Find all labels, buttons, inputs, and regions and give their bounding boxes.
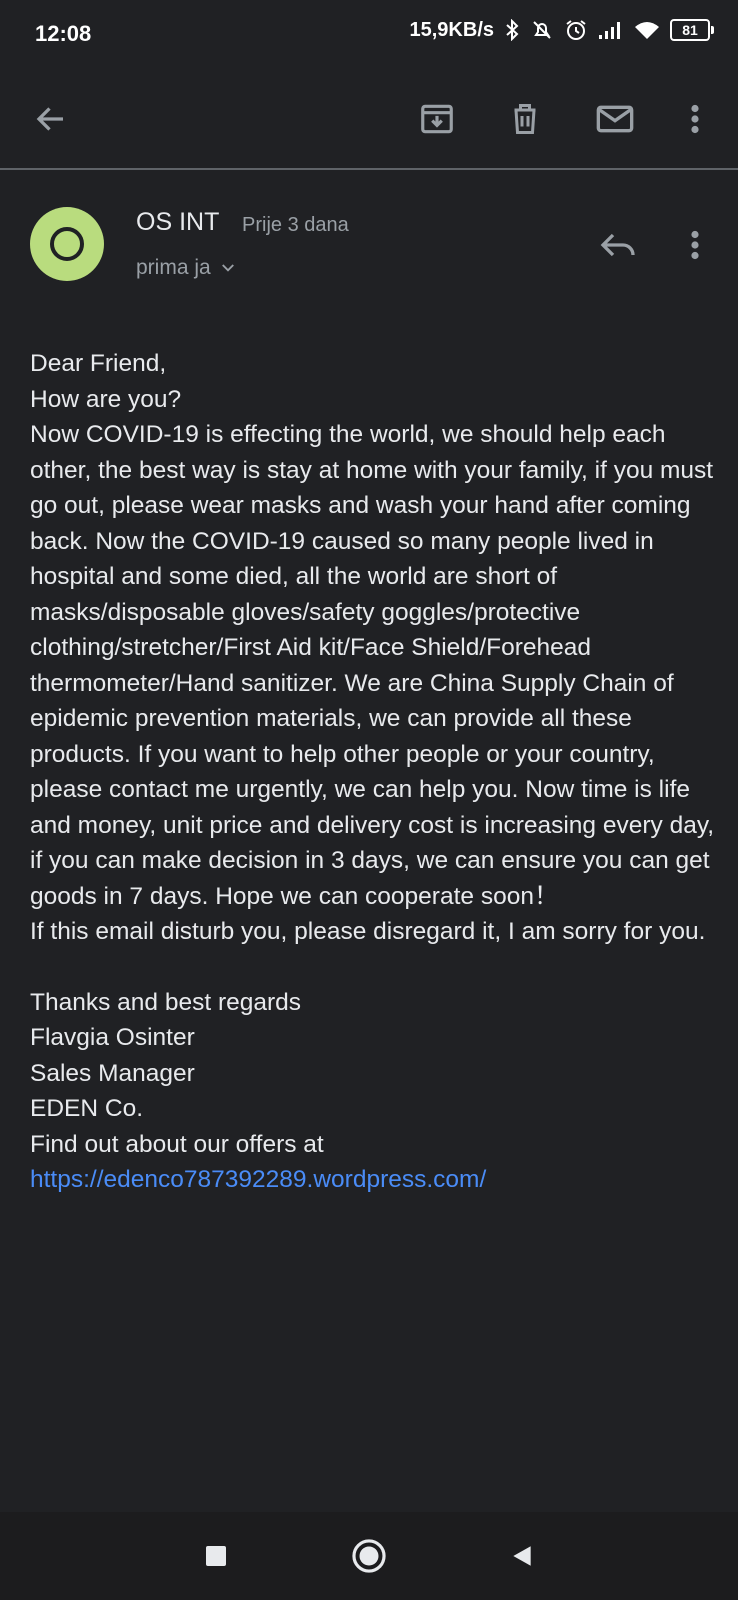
status-time: 12:08: [35, 21, 92, 46]
reply-button[interactable]: [595, 222, 641, 268]
mark-unread-button[interactable]: [592, 96, 638, 142]
net-speed: 15,9KB/s: [409, 18, 495, 41]
email-body: Dear Friend, How are you? Now COVID-19 i…: [30, 346, 716, 1198]
body-paragraph: Now COVID-19 is effecting the world, we …: [30, 421, 715, 910]
recents-icon: [206, 1546, 226, 1566]
recipient-label: prima ja: [136, 256, 211, 279]
more-options-button[interactable]: [672, 96, 718, 142]
recents-button[interactable]: [192, 1532, 240, 1580]
home-icon: [352, 1539, 386, 1573]
back-arrow-icon: [36, 107, 63, 131]
more-vert-icon: [691, 230, 699, 260]
offer-link[interactable]: https://edenco787392289.wordpress.com/: [30, 1166, 486, 1193]
alarm-icon: [564, 18, 588, 42]
email-time: Prije 3 dana: [242, 214, 349, 236]
avatar-letter-glyph: [50, 227, 84, 261]
avatar[interactable]: [30, 207, 104, 281]
chevron-down-icon: [221, 264, 234, 272]
body-question: How are you?: [30, 385, 182, 413]
sender-name[interactable]: OS INT: [136, 208, 219, 237]
signal-icon: [598, 20, 624, 40]
signature-closing: Thanks and best regards: [30, 988, 302, 1016]
delete-icon: [514, 104, 536, 134]
battery-level: 81: [682, 22, 698, 38]
alarm-off-icon: [530, 18, 554, 42]
back-triangle-icon: [513, 1546, 531, 1566]
archive-button[interactable]: [414, 96, 460, 142]
email-header: OS INT Prije 3 dana prima ja: [0, 172, 738, 302]
reply-icon: [600, 233, 635, 257]
body-greeting: Dear Friend,: [30, 350, 167, 377]
status-bar: 12:08 15,9KB/s 81: [0, 0, 738, 68]
bluetooth-icon: [504, 19, 520, 41]
status-icons: 15,9KB/s 81: [409, 18, 714, 42]
message-more-button[interactable]: [672, 222, 718, 268]
more-vert-icon: [691, 104, 699, 134]
toolbar: [0, 68, 738, 170]
signature-title: Sales Manager: [30, 1059, 195, 1087]
battery-icon: 81: [670, 19, 714, 41]
system-nav-bar: [0, 1512, 738, 1600]
recipient-toggle[interactable]: prima ja: [136, 256, 237, 280]
mail-icon: [596, 105, 634, 133]
signature-name: Flavgia Osinter: [30, 1024, 195, 1051]
wifi-icon: [634, 20, 660, 40]
home-button[interactable]: [345, 1532, 393, 1580]
signature-offer-text: Find out about our offers at: [30, 1130, 324, 1158]
back-button[interactable]: [28, 96, 74, 142]
body-apology: If this email disturb you, please disreg…: [30, 918, 706, 945]
back-nav-button[interactable]: [498, 1532, 546, 1580]
archive-icon: [421, 104, 453, 134]
signature-company: EDEN Co.: [30, 1095, 144, 1122]
delete-button[interactable]: [502, 96, 548, 142]
